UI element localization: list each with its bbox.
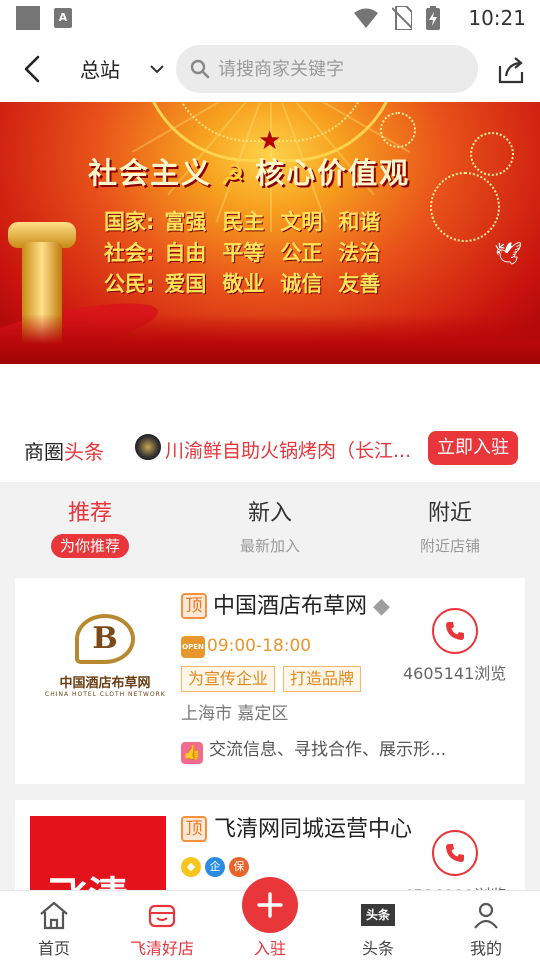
view-count: 4605141浏览	[403, 664, 507, 683]
phone-icon	[446, 844, 464, 862]
nav-profile[interactable]: 我的	[441, 899, 531, 959]
shop-name[interactable]: 顶中国酒店布草网 ◆	[181, 592, 390, 622]
shop-location: 上海市 嘉定区	[181, 704, 289, 724]
nav-shops[interactable]: 飞清好店	[117, 899, 207, 959]
app-badge-icon: A	[54, 8, 72, 28]
business-hours: OPEN 09:00-18:00	[181, 636, 312, 658]
bottom-nav: 首页 飞清好店 入驻 头条 头条 我的	[0, 877, 540, 960]
headline-icon: 头条	[361, 904, 395, 926]
tab-recommend[interactable]: 推荐 为你推荐	[0, 482, 180, 576]
phone-icon	[446, 622, 464, 640]
banner-row-citizen: 公民: 爱国 敬业 诚信 友善	[104, 272, 381, 296]
no-sim-icon	[392, 6, 412, 30]
shop-name[interactable]: 顶 飞清网同城运营中心 ◆ 企 保	[181, 814, 421, 878]
open-icon: OPEN	[181, 636, 205, 658]
shop-tag: 为宣传企业	[181, 666, 276, 692]
tab-new[interactable]: 新入 最新加入	[180, 482, 360, 576]
plus-icon	[257, 892, 283, 918]
top-header: 总站	[0, 36, 540, 102]
hammer-sickle-icon: ☭	[220, 159, 248, 192]
status-icons	[354, 6, 440, 30]
share-icon[interactable]	[494, 54, 526, 86]
home-icon	[40, 901, 68, 930]
firework-decoration	[470, 132, 514, 176]
thumbs-up-icon: 👍	[181, 742, 203, 764]
headline-label: 商圈头条	[24, 440, 104, 464]
headline-ticker-text[interactable]: 川渝鲜自助火锅烤肉（长江...	[165, 436, 425, 463]
call-button[interactable]	[432, 608, 478, 654]
profile-icon	[474, 902, 498, 929]
search-icon	[190, 59, 210, 79]
nav-join-label[interactable]: 入驻	[240, 935, 300, 959]
shop-description: 👍 交流信息、寻找合作、展示形...	[181, 738, 446, 764]
enterprise-icon: 企	[205, 857, 225, 877]
tab-nearby[interactable]: 附近 附近店铺	[360, 482, 540, 576]
banner-title: 社会主义 ☭ 核心价值观	[88, 150, 410, 192]
status-bar: A 10:21	[0, 0, 540, 36]
top-badge: 顶	[181, 816, 207, 842]
logo-mark: B	[75, 614, 135, 664]
join-now-button[interactable]: 立即入驻	[428, 431, 518, 465]
dove-icon: 🕊	[494, 242, 522, 267]
shop-tags: 为宣传企业 打造品牌	[181, 666, 362, 692]
banner-title-left: 社会主义	[88, 156, 213, 190]
wifi-icon	[354, 8, 378, 28]
avatar	[135, 434, 161, 460]
nav-home[interactable]: 首页	[9, 899, 99, 959]
firework-decoration	[430, 172, 500, 242]
search-input[interactable]	[218, 58, 458, 80]
diamond-icon: ◆	[373, 594, 390, 619]
city-selector[interactable]: 总站	[80, 54, 120, 83]
notification-icon	[16, 6, 40, 30]
battery-charging-icon	[426, 6, 440, 30]
category-tabs: 推荐 为你推荐 新入 最新加入 附近 附近店铺	[0, 482, 540, 576]
certification-icons: ◆ 企 保	[181, 857, 249, 877]
shop-tag: 打造品牌	[283, 666, 362, 692]
call-button[interactable]	[432, 830, 478, 876]
banner-row-society: 社会: 自由 平等 公正 法治	[104, 241, 381, 265]
banner-row-country: 国家: 富强 民主 文明 和谐	[104, 210, 381, 234]
back-icon[interactable]	[16, 52, 50, 86]
shop-logo: B 中国酒店布草网 CHINA HOTEL CLOTH NETWORK	[45, 614, 165, 704]
banner-image[interactable]: ★ 🕊 社会主义 ☭ 核心价值观 国家: 富强 民主 文明 和谐 社会: 自由 平等 公正 法治 公…	[0, 102, 540, 364]
search-bar[interactable]	[176, 45, 478, 93]
guarantee-icon: 保	[229, 857, 249, 877]
banner-title-right: 核心价值观	[255, 156, 411, 190]
firework-decoration	[380, 112, 416, 148]
shop-icon	[148, 904, 176, 928]
listing-card[interactable]: B 中国酒店布草网 CHINA HOTEL CLOTH NETWORK 顶中国酒…	[15, 578, 525, 784]
chevron-down-icon[interactable]	[146, 58, 168, 80]
diamond-icon: ◆	[181, 857, 201, 877]
nav-headlines[interactable]: 头条 头条	[333, 899, 423, 959]
top-badge: 顶	[181, 593, 207, 619]
clock: 10:21	[468, 6, 526, 30]
join-plus-button[interactable]	[242, 877, 298, 933]
headline-section: 商圈头条 川渝鲜自助火锅烤肉（长江... 立即入驻	[0, 364, 540, 482]
